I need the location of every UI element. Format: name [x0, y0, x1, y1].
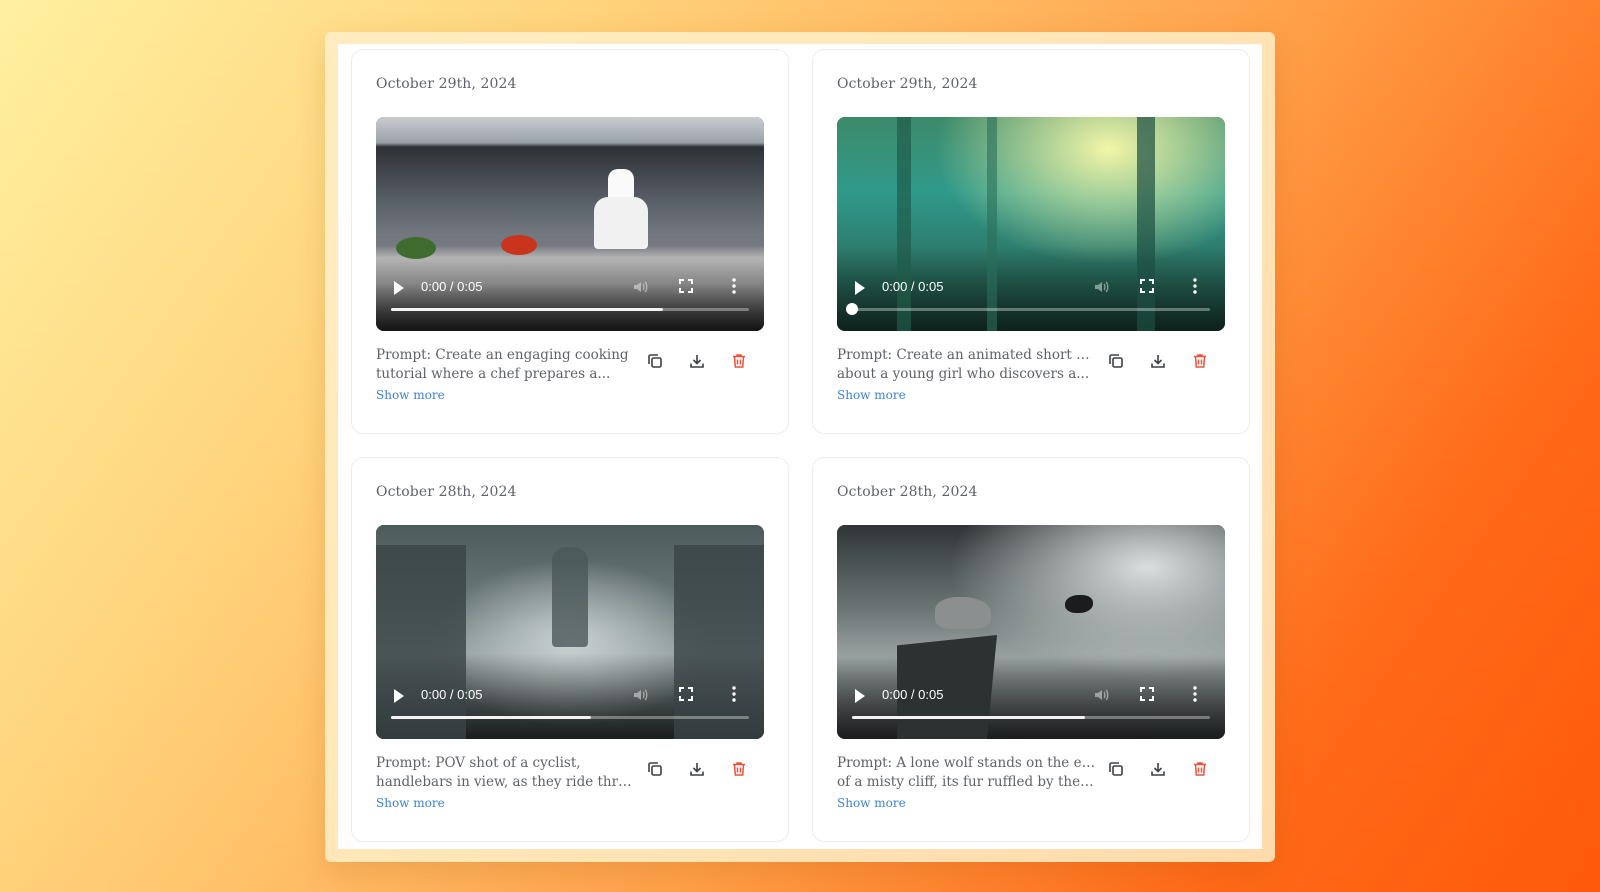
trash-icon: [1194, 354, 1206, 368]
download-icon: [690, 763, 704, 776]
download-button[interactable]: [1149, 352, 1167, 370]
trash-icon: [1194, 762, 1206, 776]
progress-bar[interactable]: [391, 308, 749, 311]
download-button[interactable]: [1149, 760, 1167, 778]
video-prompt: Prompt: POV shot of a cyclist, handlebar…: [376, 754, 636, 792]
video-date: October 28th, 2024: [837, 484, 978, 500]
progress-bar[interactable]: [846, 303, 1210, 315]
video-time: 0:00 / 0:05: [421, 687, 483, 702]
download-button[interactable]: [688, 352, 706, 370]
play-icon[interactable]: [394, 689, 404, 703]
copy-button[interactable]: [1107, 352, 1125, 370]
fullscreen-icon[interactable]: [1140, 687, 1154, 701]
more-vertical-icon[interactable]: [1188, 685, 1202, 703]
video-prompt: Prompt: Create an engaging cooking tutor…: [376, 346, 636, 384]
show-more-link[interactable]: Show more: [376, 388, 445, 402]
video-time: 0:00 / 0:05: [421, 279, 483, 294]
vegetables-shape: [396, 237, 436, 259]
volume-icon[interactable]: [1093, 279, 1109, 295]
prompt-line: of a misty cliff, its fur ruffled by the…: [837, 774, 1097, 790]
copy-icon: [648, 762, 662, 776]
video-player[interactable]: 0:00 / 0:05: [376, 117, 764, 331]
chef-figure-shape: [594, 197, 648, 249]
more-vertical-icon[interactable]: [727, 277, 741, 295]
video-player[interactable]: 0:00 / 0:05: [837, 117, 1225, 331]
download-icon: [1151, 355, 1165, 368]
progress-fill: [391, 716, 592, 719]
video-grid: October 29th, 2024 0:00 / 0:05 Prompt: C…: [351, 49, 1250, 842]
video-time: 0:00 / 0:05: [882, 279, 944, 294]
prompt-line: about a young girl who discovers a...: [837, 366, 1090, 382]
fullscreen-icon[interactable]: [1140, 279, 1154, 293]
copy-button[interactable]: [1107, 760, 1125, 778]
video-controls: 0:00 / 0:05: [376, 271, 764, 331]
video-player[interactable]: 0:00 / 0:05: [837, 525, 1225, 739]
video-date: October 28th, 2024: [376, 484, 517, 500]
delete-button[interactable]: [730, 352, 748, 370]
copy-icon: [1109, 354, 1123, 368]
download-button[interactable]: [688, 760, 706, 778]
video-player[interactable]: 0:00 / 0:05: [376, 525, 764, 739]
play-icon[interactable]: [394, 281, 404, 295]
download-icon: [1151, 763, 1165, 776]
progress-fill: [391, 308, 664, 311]
video-date: October 29th, 2024: [376, 76, 517, 92]
prompt-line: Prompt: A lone wolf stands on the edge: [837, 755, 1097, 771]
copy-button[interactable]: [646, 760, 664, 778]
video-time: 0:00 / 0:05: [882, 687, 944, 702]
download-icon: [690, 355, 704, 368]
copy-icon: [1109, 762, 1123, 776]
video-controls: 0:00 / 0:05: [376, 679, 764, 739]
prompt-line: Prompt: Create an animated short film: [837, 347, 1097, 363]
progress-bar[interactable]: [852, 716, 1210, 719]
volume-icon[interactable]: [632, 279, 648, 295]
delete-button[interactable]: [1191, 760, 1209, 778]
prompt-line: tutorial where a chef prepares a...: [376, 366, 611, 382]
show-more-link[interactable]: Show more: [837, 388, 906, 402]
video-card: October 28th, 2024 0:00 / 0:05: [351, 457, 789, 842]
play-icon[interactable]: [855, 281, 865, 295]
video-card: October 28th, 2024 0:00 / 0:05: [812, 457, 1250, 842]
video-card: October 29th, 2024 0:00 / 0:05 Prompt: C…: [351, 49, 789, 434]
prompt-line: Prompt: Create an engaging cooking: [376, 347, 629, 363]
prompt-line: handlebars in view, as they ride throug.…: [376, 774, 636, 790]
video-prompt: Prompt: Create an animated short film ab…: [837, 346, 1097, 384]
more-vertical-icon[interactable]: [1188, 277, 1202, 295]
show-more-link[interactable]: Show more: [376, 796, 445, 810]
copy-icon: [648, 354, 662, 368]
delete-button[interactable]: [1191, 352, 1209, 370]
prompt-line: Prompt: POV shot of a cyclist,: [376, 755, 581, 771]
wolf-shape: [935, 597, 991, 629]
progress-knob[interactable]: [846, 303, 858, 315]
trash-icon: [733, 762, 745, 776]
raven-shape: [1065, 595, 1093, 613]
video-date: October 29th, 2024: [837, 76, 978, 92]
volume-icon[interactable]: [632, 687, 648, 703]
video-card: October 29th, 2024 0:00 / 0:05 Prompt: C…: [812, 49, 1250, 434]
copy-button[interactable]: [646, 352, 664, 370]
volume-icon[interactable]: [1093, 687, 1109, 703]
video-controls: 0:00 / 0:05: [837, 271, 1225, 331]
trash-icon: [733, 354, 745, 368]
more-vertical-icon[interactable]: [727, 685, 741, 703]
delete-button[interactable]: [730, 760, 748, 778]
play-icon[interactable]: [855, 689, 865, 703]
fullscreen-icon[interactable]: [679, 279, 693, 293]
show-more-link[interactable]: Show more: [837, 796, 906, 810]
video-prompt: Prompt: A lone wolf stands on the edge o…: [837, 754, 1097, 792]
progress-bar[interactable]: [391, 716, 749, 719]
video-controls: 0:00 / 0:05: [837, 679, 1225, 739]
statue-shape: [552, 547, 588, 647]
tomatoes-shape: [501, 235, 537, 255]
video-gallery: October 29th, 2024 0:00 / 0:05 Prompt: C…: [338, 44, 1262, 849]
fullscreen-icon[interactable]: [679, 687, 693, 701]
progress-fill: [852, 716, 1085, 719]
